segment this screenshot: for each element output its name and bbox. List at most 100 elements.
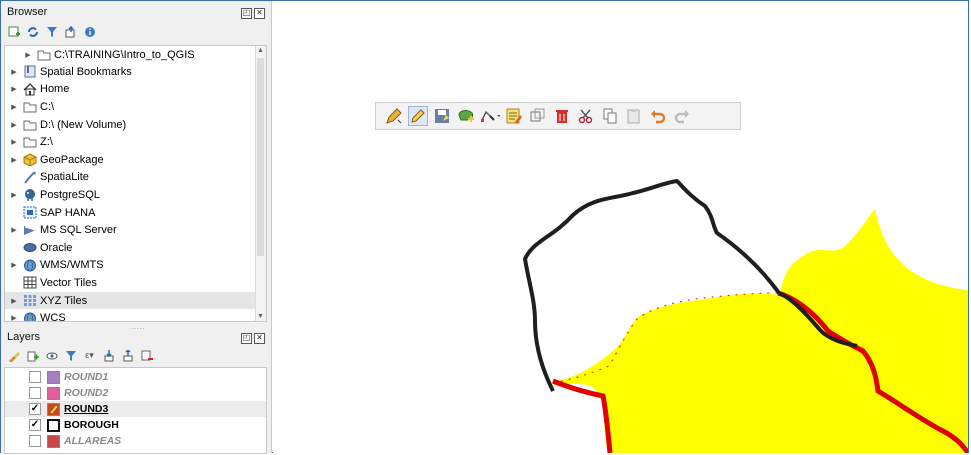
float-icon[interactable]: ◰ bbox=[241, 333, 252, 344]
layer-visibility-checkbox[interactable] bbox=[29, 387, 41, 399]
browser-item[interactable]: ▶ C:\ bbox=[5, 98, 258, 116]
vertex-tool-icon[interactable] bbox=[480, 106, 500, 126]
browser-item[interactable]: ▶ D:\ (New Volume) bbox=[5, 116, 258, 134]
modify-attributes-icon[interactable] bbox=[504, 106, 524, 126]
paste-icon[interactable] bbox=[624, 106, 644, 126]
browser-item[interactable]: Vector Tiles bbox=[5, 274, 258, 292]
layer-item[interactable]: ✓ ROUND3 bbox=[5, 401, 266, 417]
layer-symbol-swatch[interactable] bbox=[47, 418, 60, 432]
expand-arrow-icon[interactable]: ▶ bbox=[9, 68, 19, 76]
toggle-editing-icon[interactable] bbox=[408, 106, 428, 126]
map-canvas[interactable] bbox=[273, 1, 968, 453]
layer-item[interactable]: ALLAREAS bbox=[5, 433, 266, 449]
layer-visibility-checkbox[interactable] bbox=[29, 435, 41, 447]
browser-item-label: Home bbox=[40, 83, 70, 96]
browser-item-label: C:\ bbox=[40, 100, 55, 113]
expand-arrow-icon[interactable]: ▶ bbox=[9, 85, 19, 93]
copy-icon[interactable] bbox=[600, 106, 620, 126]
layer-symbol-swatch[interactable] bbox=[47, 434, 60, 448]
browser-item[interactable]: ▶ WCS bbox=[5, 309, 258, 322]
remove-layer-icon[interactable] bbox=[140, 349, 153, 362]
expand-arrow-icon[interactable]: ▶ bbox=[9, 297, 19, 305]
browser-item-label: WMS/WMTS bbox=[40, 259, 104, 272]
expand-arrow-icon[interactable]: ▶ bbox=[9, 261, 19, 269]
scroll-thumb[interactable] bbox=[257, 58, 264, 256]
scroll-down-icon[interactable]: ▼ bbox=[257, 313, 264, 320]
cut-icon[interactable] bbox=[576, 106, 596, 126]
redo-icon[interactable] bbox=[672, 106, 692, 126]
browser-item-label: MS SQL Server bbox=[40, 224, 117, 237]
dock-splitter[interactable]: ..... bbox=[131, 324, 146, 331]
refresh-icon[interactable] bbox=[26, 25, 39, 38]
layers-panel-title: Layers bbox=[7, 331, 41, 343]
browser-panel-buttons: ◰ ✕ bbox=[241, 8, 265, 19]
add-polygon-icon[interactable] bbox=[456, 106, 476, 126]
style-manager-icon[interactable] bbox=[7, 349, 20, 362]
browser-item[interactable]: ▶ C:\TRAINING\Intro_to_QGIS bbox=[5, 46, 258, 63]
expand-all-icon[interactable] bbox=[102, 349, 115, 362]
browser-item[interactable]: ▶ Z:\ bbox=[5, 133, 258, 151]
expand-arrow-icon[interactable]: ▶ bbox=[9, 156, 19, 164]
browser-item-label: WCS bbox=[40, 312, 66, 322]
collapse-icon[interactable] bbox=[64, 25, 77, 38]
browser-item[interactable]: ▶ MS SQL Server bbox=[5, 221, 258, 239]
expand-arrow-icon[interactable]: ▶ bbox=[23, 51, 33, 59]
expand-arrow-icon[interactable]: ▶ bbox=[9, 226, 19, 234]
scroll-up-icon[interactable]: ▲ bbox=[257, 47, 264, 54]
layer-symbol-swatch[interactable] bbox=[47, 386, 60, 400]
edits-icon[interactable] bbox=[384, 106, 404, 126]
filter-icon[interactable] bbox=[45, 25, 58, 38]
layer-name: ROUND2 bbox=[64, 387, 109, 399]
globe-icon bbox=[22, 259, 37, 272]
browser-item[interactable]: Oracle bbox=[5, 239, 258, 257]
add-group-icon[interactable] bbox=[26, 349, 39, 362]
expand-arrow-icon[interactable]: ▶ bbox=[9, 138, 19, 146]
layer-item[interactable]: ROUND1 bbox=[5, 369, 266, 385]
browser-item[interactable]: ▶ Home bbox=[5, 81, 258, 99]
left-dock: Browser ◰ ✕ ▶ C:\TRAINING\Intro_to_QGIS ▶ S… bbox=[1, 1, 272, 454]
expand-arrow-icon[interactable]: ▶ bbox=[9, 103, 19, 111]
browser-item[interactable]: ▶ GeoPackage bbox=[5, 151, 258, 169]
browser-item[interactable]: ▶ WMS/WMTS bbox=[5, 257, 258, 275]
undo-icon[interactable] bbox=[648, 106, 668, 126]
expand-arrow-icon[interactable]: ▶ bbox=[9, 191, 19, 199]
browser-scrollbar[interactable]: ▲ ▼ bbox=[255, 46, 266, 321]
close-icon[interactable]: ✕ bbox=[254, 333, 265, 344]
bookmarks-icon bbox=[22, 65, 37, 78]
delete-icon[interactable] bbox=[552, 106, 572, 126]
float-icon[interactable]: ◰ bbox=[241, 8, 252, 19]
layer-visibility-checkbox[interactable] bbox=[29, 371, 41, 383]
info-icon[interactable] bbox=[83, 25, 96, 38]
visibility-icon[interactable] bbox=[45, 349, 58, 362]
layer-item[interactable]: ROUND2 bbox=[5, 385, 266, 401]
layer-symbol-swatch[interactable] bbox=[47, 402, 60, 416]
browser-toolbar bbox=[7, 25, 96, 38]
browser-item[interactable]: ▶ XYZ Tiles bbox=[5, 291, 258, 310]
layers-tree[interactable]: ROUND1 ROUND2 ✓ ROUND3 ✓ BOROUGH ALLAREAS bbox=[4, 367, 267, 454]
close-icon[interactable]: ✕ bbox=[254, 8, 265, 19]
spatialite-icon bbox=[22, 171, 37, 184]
browser-item-label: SpatiaLite bbox=[40, 171, 89, 184]
browser-item[interactable]: SpatiaLite bbox=[5, 169, 258, 187]
filter-legend-icon[interactable] bbox=[64, 349, 77, 362]
save-edits-icon[interactable] bbox=[432, 106, 452, 126]
browser-item[interactable]: ▶ PostgreSQL bbox=[5, 186, 258, 204]
layer-item[interactable]: ✓ BOROUGH bbox=[5, 417, 266, 433]
select-icon[interactable] bbox=[528, 106, 548, 126]
expand-arrow-icon[interactable]: ▶ bbox=[9, 314, 19, 321]
collapse-all-icon[interactable] bbox=[121, 349, 134, 362]
browser-item[interactable]: ▶ Spatial Bookmarks bbox=[5, 63, 258, 81]
browser-item-label: PostgreSQL bbox=[40, 188, 100, 201]
edit-polygon[interactable] bbox=[553, 209, 968, 453]
browser-item-label: D:\ (New Volume) bbox=[40, 118, 127, 131]
folder-icon bbox=[22, 118, 37, 131]
browser-item[interactable]: SAP HANA bbox=[5, 204, 258, 222]
layer-visibility-checkbox[interactable]: ✓ bbox=[29, 403, 41, 415]
layer-symbol-swatch[interactable] bbox=[47, 370, 60, 384]
browser-tree[interactable]: ▶ C:\TRAINING\Intro_to_QGIS ▶ Spatial Bookm… bbox=[4, 45, 267, 322]
filter-expression-icon[interactable]: ε▾ bbox=[83, 349, 96, 362]
expand-arrow-icon[interactable]: ▶ bbox=[9, 121, 19, 129]
layer-visibility-checkbox[interactable]: ✓ bbox=[29, 419, 41, 431]
browser-item-label: Vector Tiles bbox=[40, 276, 97, 289]
add-layer-icon[interactable] bbox=[7, 25, 20, 38]
